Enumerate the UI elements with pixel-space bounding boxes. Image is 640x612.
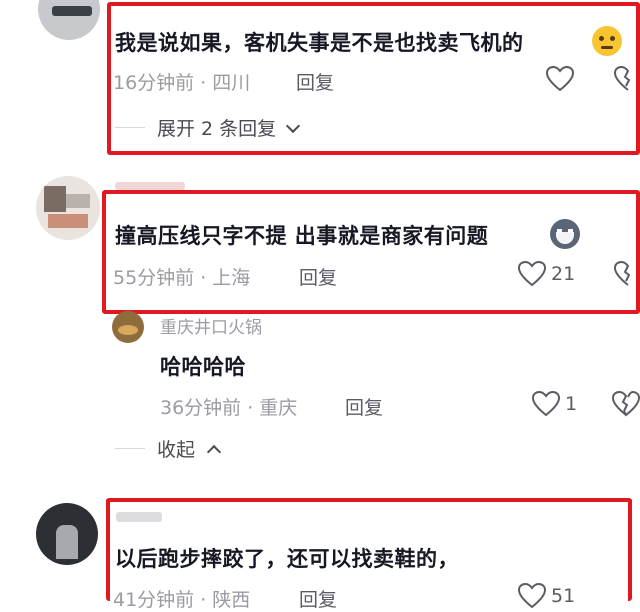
like-heart-icon[interactable] xyxy=(532,391,560,417)
like-count: 1 xyxy=(565,393,578,415)
thread-divider xyxy=(115,448,145,449)
username-blurred xyxy=(115,182,185,190)
reply-time-location: 36分钟前 · 重庆 xyxy=(160,397,298,419)
dislike-icon[interactable] xyxy=(612,391,640,417)
avatar[interactable] xyxy=(38,0,100,40)
reply-button[interactable]: 回复 xyxy=(345,393,383,420)
chevron-up-icon xyxy=(206,444,222,460)
highlight-box xyxy=(106,498,632,601)
highlight-box xyxy=(107,2,640,155)
highlight-box xyxy=(102,190,640,314)
collapse-replies-label: 收起 xyxy=(157,439,196,461)
reply-text: 哈哈哈哈 xyxy=(160,355,246,379)
avatar[interactable] xyxy=(112,311,144,343)
avatar[interactable] xyxy=(36,503,98,565)
reply-username[interactable]: 重庆井口火锅 xyxy=(160,313,262,338)
avatar[interactable] xyxy=(36,176,100,240)
collapse-replies-button[interactable]: 收起 xyxy=(157,435,222,462)
